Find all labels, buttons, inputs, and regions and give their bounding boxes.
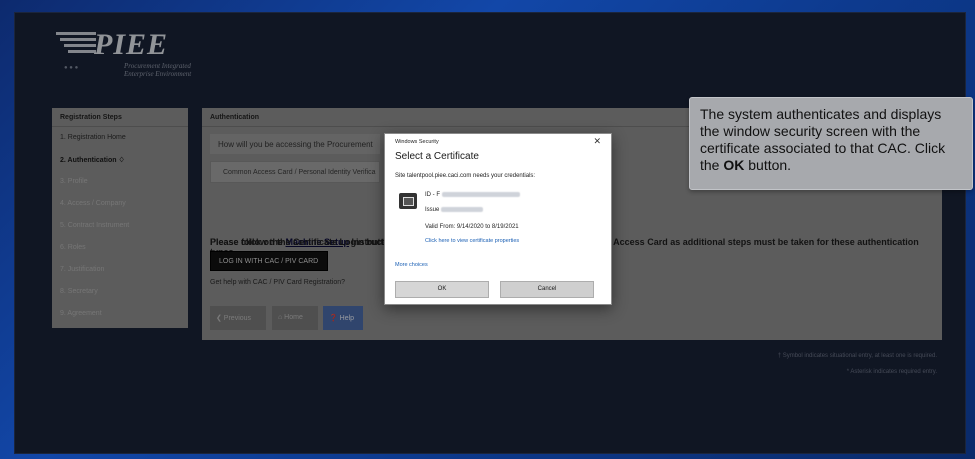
redacted-issuer — [441, 207, 484, 212]
tutorial-callout: The system authenticates and displays th… — [689, 97, 973, 190]
certificate-issuer: Issue — [425, 207, 484, 214]
certificate-validity: Valid From: 9/14/2020 to 8/19/2021 — [425, 224, 519, 230]
close-icon[interactable]: ✕ — [593, 136, 601, 147]
windows-security-dialog: Windows Security ✕ Select a Certificate … — [384, 133, 612, 305]
redacted-id — [442, 192, 520, 197]
cancel-button[interactable]: Cancel — [500, 281, 594, 298]
certificate-issuer-prefix: Issue — [425, 207, 440, 214]
certificate-id-prefix: ID - F — [425, 192, 440, 199]
certificate-icon — [399, 193, 417, 209]
dialog-title: Select a Certificate — [395, 151, 479, 162]
more-choices-link[interactable]: More choices — [395, 262, 428, 268]
certificate-properties-link[interactable]: Click here to view certificate propertie… — [425, 238, 519, 244]
certificate-id[interactable]: ID - F — [425, 192, 520, 198]
site-credentials-text: Site talentpool.piee.caci.com needs your… — [395, 173, 536, 179]
callout-bold-ok: OK — [723, 157, 745, 173]
dialog-caption: Windows Security — [395, 139, 439, 145]
callout-text-after: button. — [744, 157, 792, 173]
ok-button[interactable]: OK — [395, 281, 489, 298]
